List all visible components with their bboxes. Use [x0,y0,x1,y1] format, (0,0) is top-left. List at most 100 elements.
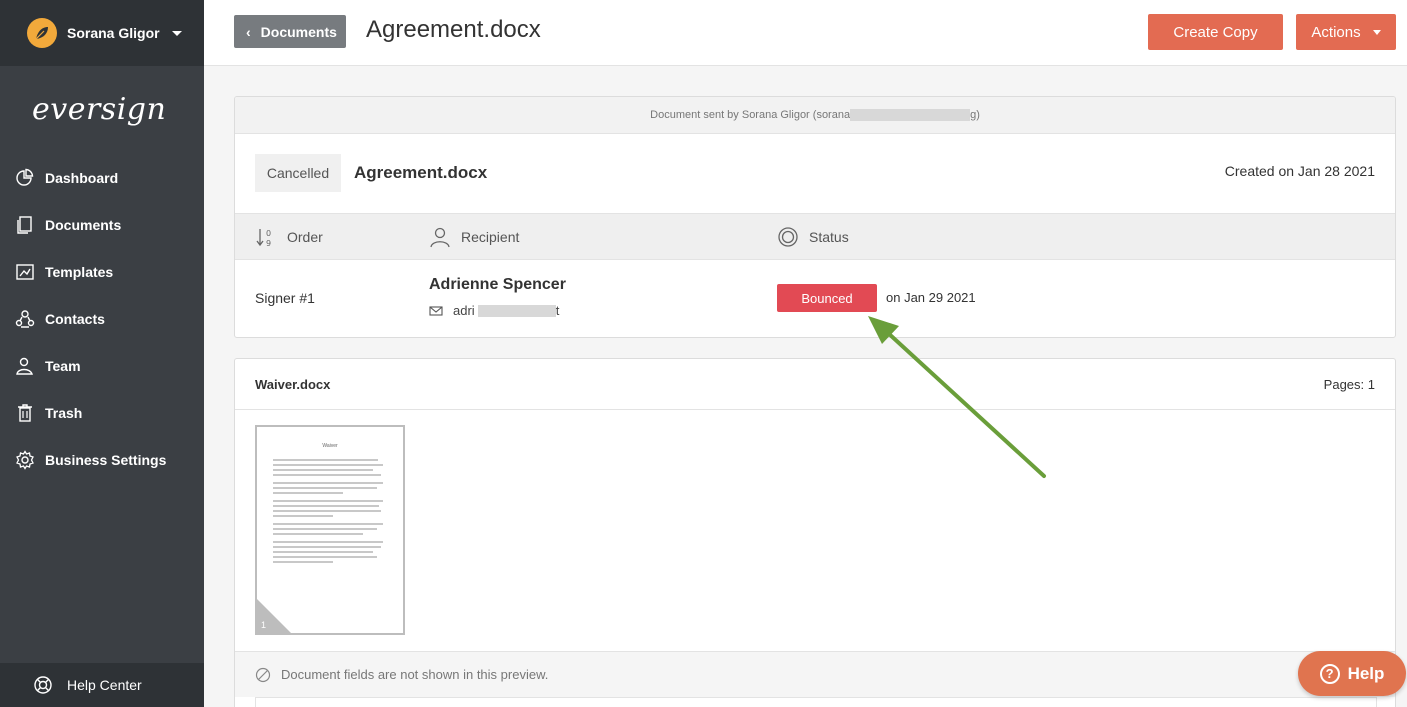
chevron-down-icon [171,30,182,36]
help-button-label: Help [1347,663,1385,683]
email-prefix: adri [453,303,475,318]
email-suffix: t [555,303,560,318]
team-icon [16,357,33,375]
file-preview-card: Waiver.docx Pages: 1 Waiver 1 Document f… [234,358,1396,707]
file-name: Waiver.docx [255,377,331,392]
lifebuoy-icon [34,676,52,694]
document-title: Agreement.docx [354,163,488,182]
sidebar-item-label: Business Settings [45,451,167,468]
thumbnail-text-line [273,528,377,530]
chevron-left-icon: ‹ [246,23,251,40]
svg-text:0: 0 [266,229,271,238]
sidebar-item-documents[interactable]: Documents [0,201,204,248]
redacted-email [477,304,556,317]
thumbnail-text-line [273,541,383,543]
signer-order: Signer #1 [255,290,315,306]
templates-icon [16,263,34,280]
redacted-email [850,109,971,121]
thumbnail-text-line [273,556,377,558]
bounced-status-badge: Bounced [777,284,877,312]
sidebar-item-label: Documents [45,216,122,233]
sent-by-prefix: Document sent by Sorana Gligor (sorana [650,109,851,121]
eversign-logo[interactable]: eversign [32,92,166,127]
recipients-table-header: 09 Order Recipient Status [235,214,1395,260]
sidebar-item-label: Contacts [45,310,105,327]
back-button-label: Documents [260,23,337,40]
thumbnail-text-line [273,482,383,484]
column-recipient-label: Recipient [461,229,520,245]
sent-by-line: Document sent by Sorana Gligor (sorana g… [235,97,1395,134]
column-recipient: Recipient [429,214,519,260]
help-center-link[interactable]: Help Center [0,663,204,707]
thumbnail-text-line [273,464,383,466]
sidebar-item-dashboard[interactable]: Dashboard [0,154,204,201]
sidebar-item-label: Trash [45,404,83,421]
fields-note-text: Document fields are not shown in this pr… [281,667,549,682]
status-circle-icon [778,227,798,247]
thumbnail-text-line [273,469,373,471]
thumbnail-text-line [273,459,378,461]
prohibited-icon [255,667,271,682]
leaf-icon [35,27,48,40]
avatar [27,18,57,48]
sidebar-item-label: Templates [45,263,114,280]
thumbnail-text-line [273,515,333,517]
thumbnail-text-line [273,561,333,563]
pie-chart-icon [16,168,34,186]
create-copy-button[interactable]: Create Copy [1148,14,1283,50]
fields-note: Document fields are not shown in this pr… [235,651,1395,697]
svg-text:9: 9 [266,239,271,248]
page-count: Pages: 1 [1323,377,1375,392]
chevron-down-icon [1372,29,1381,35]
sent-by-suffix: g) [970,109,980,121]
thumbnail-title: Waiver [322,443,338,449]
column-order[interactable]: 09 Order [255,214,323,260]
column-status-label: Status [809,229,849,245]
sidebar-item-business-settings[interactable]: Business Settings [0,436,204,483]
envelope-icon [429,305,443,316]
trash-icon [18,403,32,422]
contacts-icon [15,309,35,328]
document-details-card: Document sent by Sorana Gligor (sorana g… [234,96,1396,338]
recipient-email: adri t [429,303,559,318]
created-date: Created on Jan 28 2021 [1224,163,1375,179]
sidebar-item-trash[interactable]: Trash [0,389,204,436]
column-status: Status [777,214,849,260]
thumbnail-text-line [273,505,379,507]
user-icon [430,227,450,248]
table-row: Signer #1 Adrienne Spencer adri t Bounce… [235,260,1395,337]
status-badge: Cancelled [255,154,341,192]
thumbnail-text-line [273,500,383,502]
sidebar-item-templates[interactable]: Templates [0,248,204,295]
thumbnail-text-line [273,510,381,512]
thumbnail-text-line [273,523,383,525]
thumbnail-text-line [273,533,363,535]
gear-icon [16,449,34,470]
page-thumbnail[interactable]: Waiver 1 [255,425,405,635]
recipient-name: Adrienne Spencer [429,276,566,293]
documents-icon [17,215,32,234]
user-menu[interactable]: Sorana Gligor [0,0,204,66]
back-to-documents-button[interactable]: ‹ Documents [234,15,346,48]
top-bar: ‹ Documents Agreement.docx Create Copy A… [204,0,1407,66]
actions-dropdown-button[interactable]: Actions [1296,14,1396,50]
preview-area [255,697,1377,707]
sidebar-item-contacts[interactable]: Contacts [0,295,204,342]
sidebar: Sorana Gligor eversign Dashboard Documen… [0,0,204,707]
thumbnail-page-number: 1 [261,620,267,630]
help-center-label: Help Center [67,677,142,693]
sidebar-nav: Dashboard Documents Templates Contacts T… [0,154,204,483]
sort-order-icon: 09 [256,229,271,248]
sidebar-item-label: Team [45,357,81,374]
thumbnail-text-line [273,492,343,494]
help-button[interactable]: ? Help [1298,651,1406,696]
thumbnail-text-line [273,551,373,553]
sidebar-item-team[interactable]: Team [0,342,204,389]
thumbnail-text-line [273,546,381,548]
user-name: Sorana Gligor [67,25,160,41]
status-date: on Jan 29 2021 [886,290,976,305]
document-header: Cancelled Agreement.docx Created on Jan … [235,134,1395,214]
page-title: Agreement.docx [366,16,541,43]
actions-label: Actions [1311,23,1361,41]
file-header: Waiver.docx Pages: 1 [235,359,1395,410]
